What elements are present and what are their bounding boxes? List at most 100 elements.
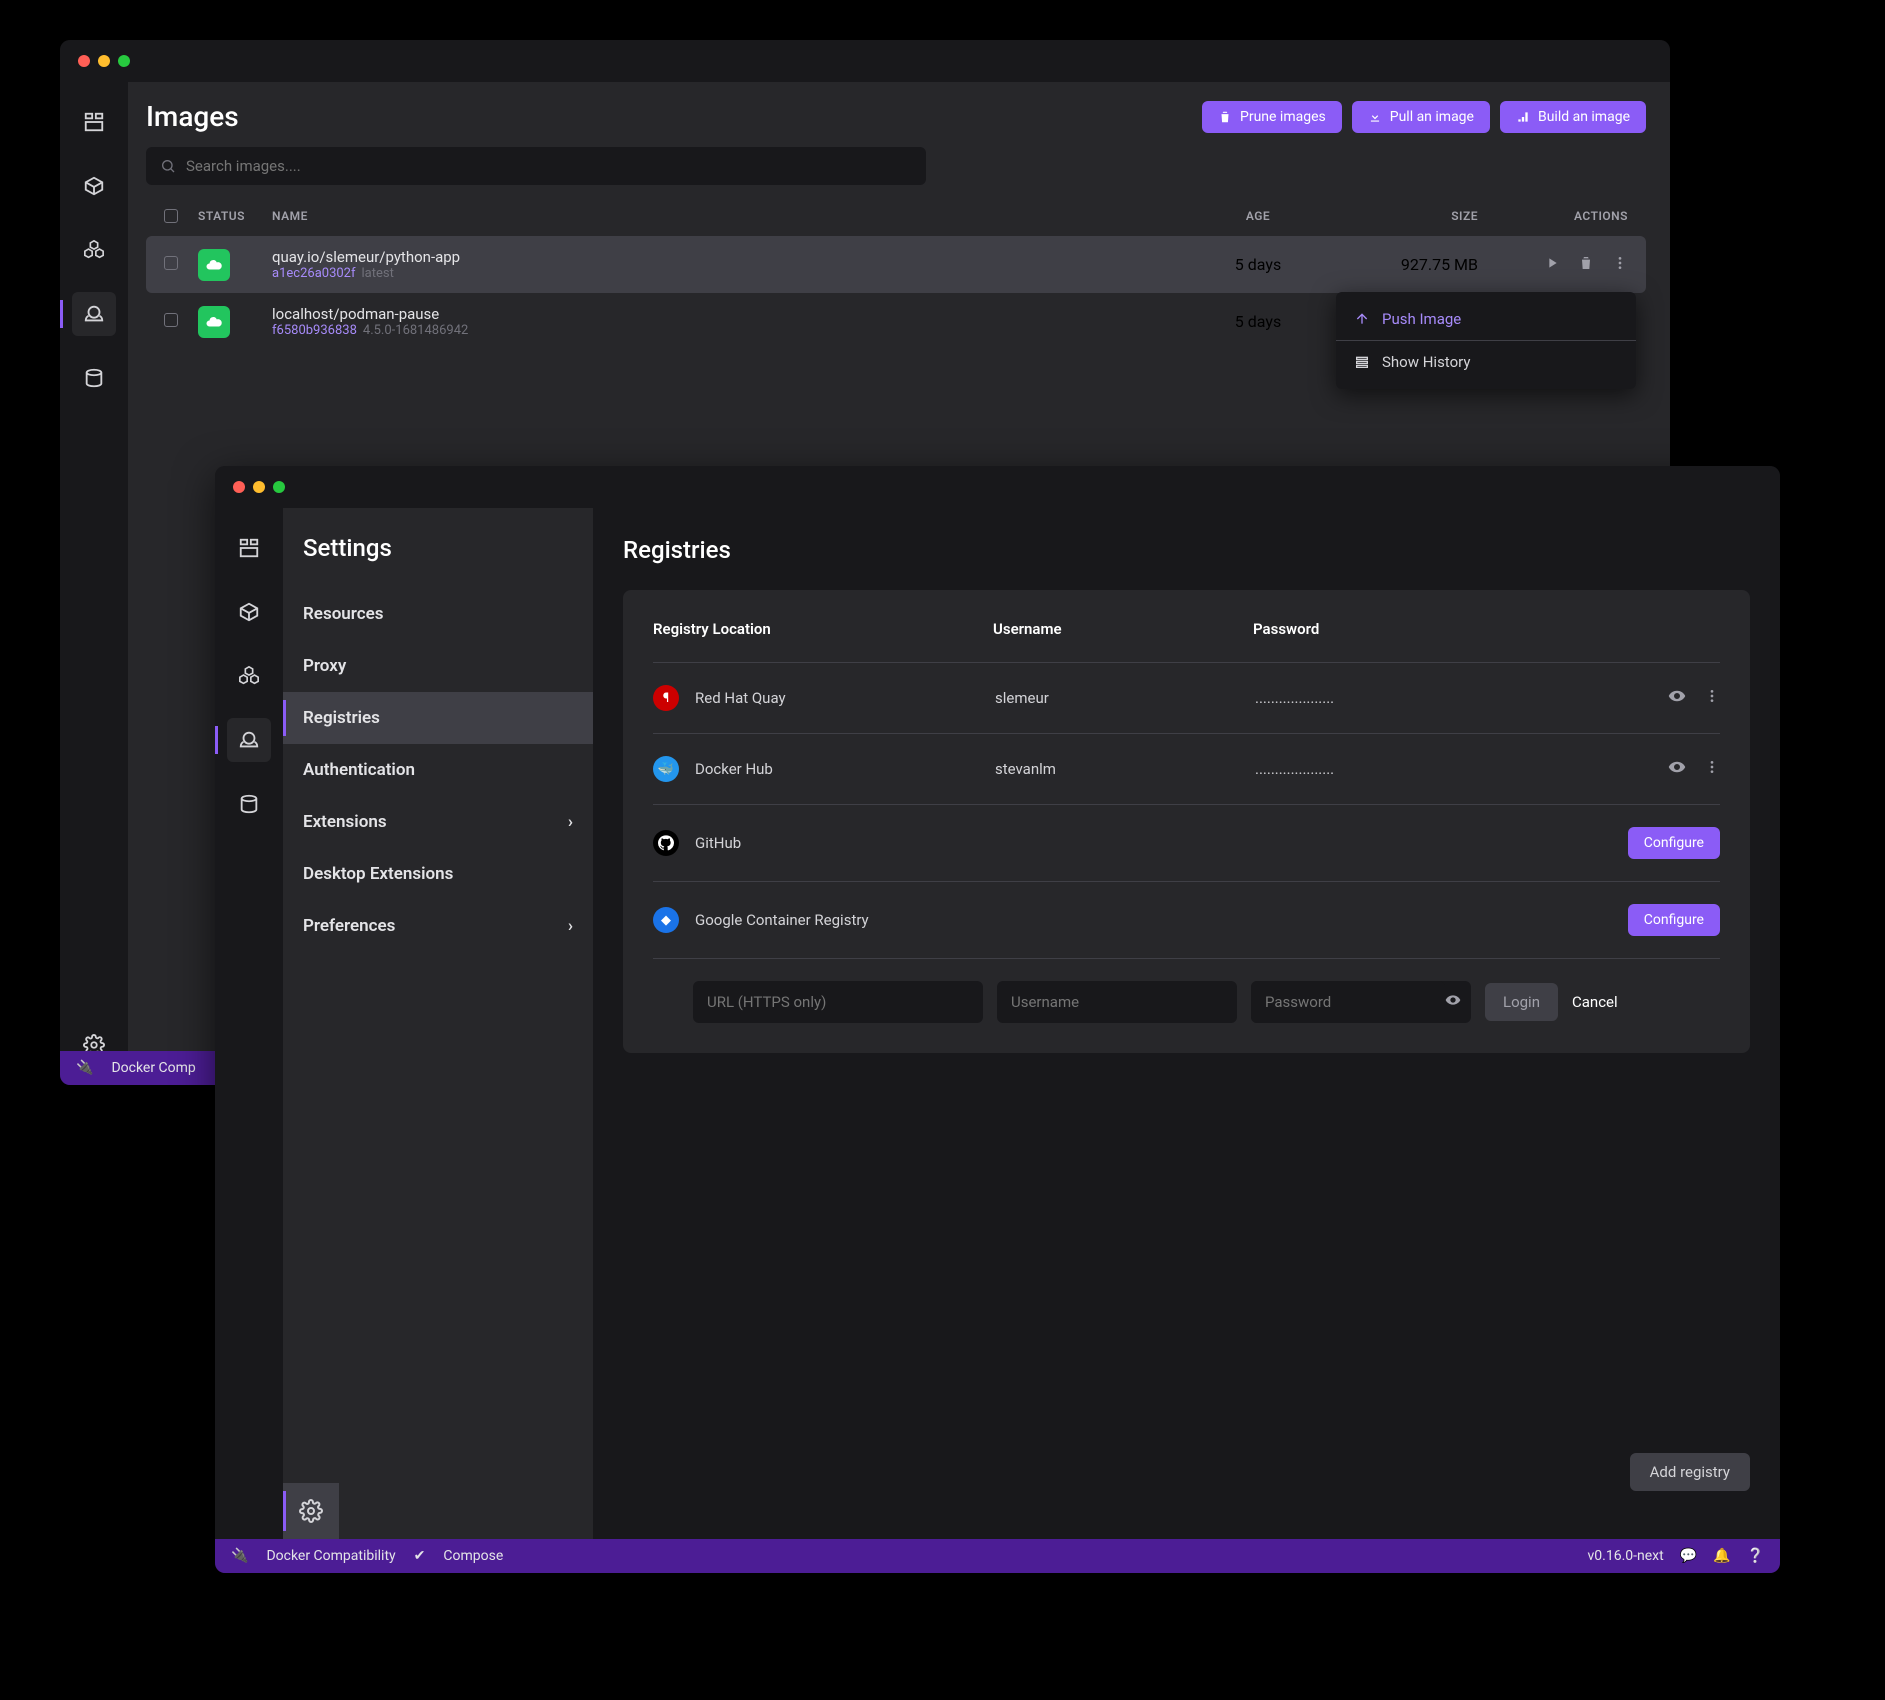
url-input[interactable] <box>693 981 983 1023</box>
add-registry-form: Login Cancel <box>653 959 1720 1023</box>
eye-icon[interactable] <box>1445 992 1461 1012</box>
pods-icon[interactable] <box>227 654 271 698</box>
registry-row: GitHub Configure <box>653 805 1720 882</box>
image-meta: 4.5.0-1681486942 <box>363 323 468 338</box>
titlebar <box>215 466 1780 508</box>
registry-password: .................... <box>1255 689 1668 707</box>
image-age: 5 days <box>1188 255 1328 274</box>
show-history-menuitem[interactable]: Show History <box>1336 341 1636 383</box>
minimize-icon[interactable] <box>98 55 110 67</box>
search-input-wrap[interactable] <box>146 147 926 185</box>
configure-button[interactable]: Configure <box>1628 827 1720 859</box>
sidebar-rail <box>60 82 128 1085</box>
prune-label: Prune images <box>1240 109 1326 125</box>
col-status: STATUS <box>198 209 272 226</box>
add-registry-button[interactable]: Add registry <box>1630 1453 1750 1491</box>
cancel-button[interactable]: Cancel <box>1572 993 1618 1011</box>
select-all-checkbox[interactable] <box>164 209 178 223</box>
nav-preferences[interactable]: Preferences› <box>283 900 593 952</box>
row-checkbox[interactable] <box>164 256 178 270</box>
nav-desktop-extensions[interactable]: Desktop Extensions <box>283 848 593 900</box>
image-hash: a1ec26a0302f <box>272 266 356 281</box>
registry-password: .................... <box>1255 760 1668 778</box>
password-input[interactable] <box>1251 981 1445 1023</box>
play-icon[interactable] <box>1544 255 1560 275</box>
volumes-icon[interactable] <box>227 782 271 826</box>
image-age: 5 days <box>1188 312 1328 331</box>
registry-row: ◆ Google Container Registry Configure <box>653 882 1720 959</box>
pull-image-button[interactable]: Pull an image <box>1352 101 1490 133</box>
registry-name: Docker Hub <box>695 760 995 778</box>
kebab-icon[interactable] <box>1704 759 1720 779</box>
registry-name: Google Container Registry <box>695 911 1628 929</box>
nav-registries[interactable]: Registries <box>283 692 593 744</box>
chevron-right-icon: › <box>568 812 573 832</box>
github-icon <box>653 830 679 856</box>
check-icon: ✔ <box>414 1548 426 1564</box>
registry-row: ¶ Red Hat Quay slemeur .................… <box>653 663 1720 734</box>
col-password: Password <box>1253 620 1720 638</box>
bell-icon[interactable]: 🔔 <box>1713 1548 1730 1564</box>
nav-extensions[interactable]: Extensions› <box>283 796 593 848</box>
registry-row: 🐳 Docker Hub stevanlm ..................… <box>653 734 1720 805</box>
kebab-icon[interactable] <box>1704 688 1720 708</box>
col-age: AGE <box>1188 209 1328 226</box>
image-hash: f6580b936838 <box>272 323 357 338</box>
docker-compat-label: Docker Comp <box>111 1060 195 1076</box>
search-icon <box>160 158 176 174</box>
dashboard-icon[interactable] <box>227 526 271 570</box>
col-size: SIZE <box>1328 209 1478 226</box>
version-label: v0.16.0-next <box>1588 1548 1664 1564</box>
build-image-button[interactable]: Build an image <box>1500 101 1646 133</box>
kebab-icon[interactable] <box>1612 255 1628 275</box>
chat-icon[interactable]: 💬 <box>1680 1548 1697 1564</box>
images-icon[interactable] <box>227 718 271 762</box>
plug-icon: 🔌 <box>76 1060 93 1076</box>
nav-proxy[interactable]: Proxy <box>283 640 593 692</box>
settings-nav: Settings Resources Proxy Registries Auth… <box>283 508 593 1539</box>
nav-resources[interactable]: Resources <box>283 588 593 640</box>
configure-button[interactable]: Configure <box>1628 904 1720 936</box>
username-input[interactable] <box>997 981 1237 1023</box>
dashboard-icon[interactable] <box>72 100 116 144</box>
registries-card: Registry Location Username Password ¶ Re… <box>623 590 1750 1053</box>
trash-icon[interactable] <box>1578 255 1594 275</box>
image-row[interactable]: quay.io/slemeur/python-app a1ec26a0302fl… <box>146 236 1646 293</box>
history-label: Show History <box>1382 353 1470 371</box>
image-meta: latest <box>362 266 394 281</box>
nav-authentication[interactable]: Authentication <box>283 744 593 796</box>
push-image-menuitem[interactable]: Push Image <box>1336 298 1636 341</box>
settings-gear-icon[interactable] <box>283 1483 339 1539</box>
close-icon[interactable] <box>233 481 245 493</box>
volumes-icon[interactable] <box>72 356 116 400</box>
plug-icon: 🔌 <box>231 1548 248 1564</box>
registries-title: Registries <box>623 536 1750 564</box>
maximize-icon[interactable] <box>273 481 285 493</box>
image-size: 927.75 MB <box>1328 255 1478 274</box>
pods-icon[interactable] <box>72 228 116 272</box>
col-name: NAME <box>272 209 1188 226</box>
col-username: Username <box>993 620 1253 638</box>
eye-icon[interactable] <box>1668 758 1686 780</box>
pull-label: Pull an image <box>1390 109 1474 125</box>
cloud-icon <box>198 249 230 281</box>
docker-compat-label: Docker Compatibility <box>266 1548 395 1564</box>
maximize-icon[interactable] <box>118 55 130 67</box>
close-icon[interactable] <box>78 55 90 67</box>
eye-icon[interactable] <box>1668 687 1686 709</box>
help-icon[interactable]: ❔ <box>1747 1548 1764 1564</box>
row-checkbox[interactable] <box>164 313 178 327</box>
registry-username: stevanlm <box>995 760 1255 778</box>
login-button[interactable]: Login <box>1485 983 1558 1021</box>
images-icon[interactable] <box>72 292 116 336</box>
registry-name: GitHub <box>695 834 1628 852</box>
titlebar <box>60 40 1670 82</box>
containers-icon[interactable] <box>72 164 116 208</box>
containers-icon[interactable] <box>227 590 271 634</box>
search-input[interactable] <box>186 157 912 175</box>
docker-icon: 🐳 <box>653 756 679 782</box>
prune-images-button[interactable]: Prune images <box>1202 101 1342 133</box>
quay-icon: ¶ <box>653 685 679 711</box>
compose-label: Compose <box>443 1548 503 1564</box>
minimize-icon[interactable] <box>253 481 265 493</box>
